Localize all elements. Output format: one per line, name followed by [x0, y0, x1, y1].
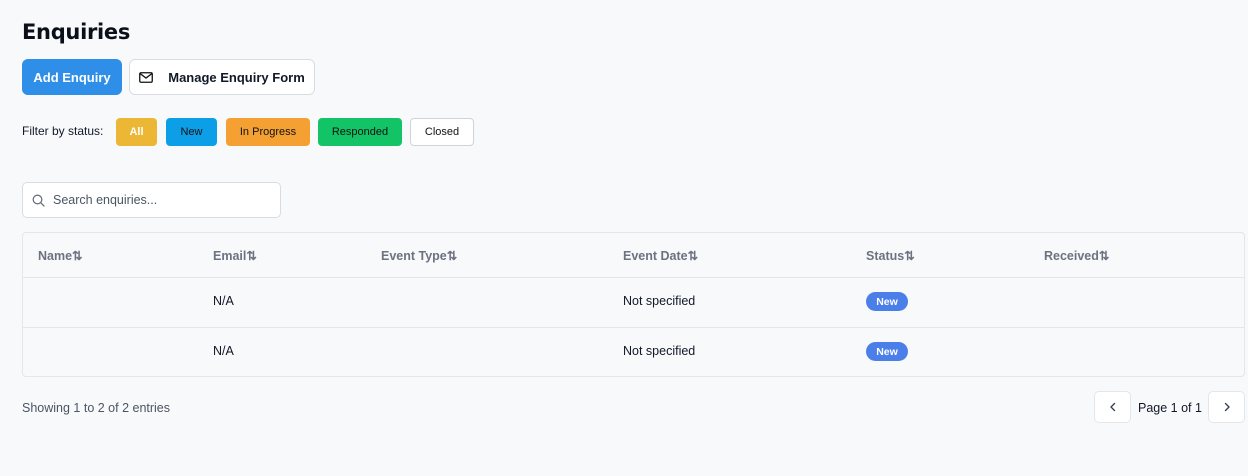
chevron-left-icon [1109, 402, 1117, 412]
enquiries-table: Name⇅ Email⇅ Event Type⇅ Event Date⇅ Sta… [22, 232, 1245, 377]
sort-icon: ⇅ [904, 249, 915, 263]
enquiries-page: Enquiries Add Enquiry Manage Enquiry For… [0, 0, 1248, 476]
column-header-status[interactable]: Status⇅ [866, 248, 915, 263]
chevron-right-icon [1223, 402, 1231, 412]
add-enquiry-button[interactable]: Add Enquiry [22, 59, 122, 95]
sort-icon: ⇅ [446, 249, 458, 263]
filter-closed-button[interactable]: Closed [410, 118, 474, 146]
search-box [22, 182, 281, 218]
search-input[interactable] [53, 193, 253, 207]
page-indicator: Page 1 of 1 [1138, 401, 1202, 415]
status-badge: New [866, 292, 908, 311]
page-title: Enquiries [22, 20, 131, 44]
sort-icon: ⇅ [72, 249, 83, 263]
column-header-received[interactable]: Received⇅ [1044, 248, 1109, 263]
table-header: Name⇅ Email⇅ Event Type⇅ Event Date⇅ Sta… [23, 233, 1244, 278]
filter-new-button[interactable]: New [166, 118, 217, 146]
next-page-button[interactable] [1208, 391, 1245, 423]
column-header-event-date[interactable]: Event Date⇅ [623, 248, 698, 263]
cell-email: N/A [213, 294, 234, 308]
cell-event-date: Not specified [623, 344, 696, 358]
manage-enquiry-form-button[interactable]: Manage Enquiry Form [129, 59, 315, 95]
filter-responded-button[interactable]: Responded [318, 118, 402, 146]
table-row[interactable]: N/A Not specified New [23, 327, 1244, 377]
status-badge: New [866, 342, 908, 361]
column-header-name[interactable]: Name⇅ [38, 248, 83, 263]
cell-event-date: Not specified [623, 294, 696, 308]
previous-page-button[interactable] [1094, 391, 1131, 423]
column-header-event-type[interactable]: Event Type⇅ [381, 248, 457, 263]
filter-label: Filter by status: [22, 124, 104, 138]
cell-email: N/A [213, 344, 234, 358]
filter-in-progress-button[interactable]: In Progress [226, 118, 310, 146]
sort-icon: ⇅ [246, 249, 257, 263]
mail-icon [139, 71, 154, 83]
sort-icon: ⇅ [1098, 249, 1110, 263]
filter-all-button[interactable]: All [116, 118, 157, 146]
table-row[interactable]: N/A Not specified New [23, 277, 1244, 328]
pagination-info: Showing 1 to 2 of 2 entries [22, 401, 171, 415]
search-icon [32, 194, 45, 207]
manage-enquiry-form-label: Manage Enquiry Form [168, 69, 305, 85]
sort-icon: ⇅ [687, 249, 699, 263]
column-header-email[interactable]: Email⇅ [213, 248, 257, 263]
